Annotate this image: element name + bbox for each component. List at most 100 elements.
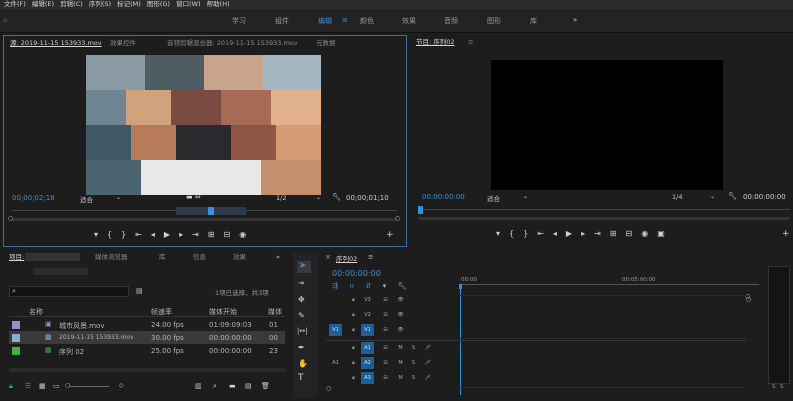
insert-icon[interactable]: ⊞ [208, 230, 224, 239]
pen-tool-icon[interactable]: ✒ [298, 343, 305, 352]
play-icon[interactable]: ▶ [164, 230, 179, 239]
ripple-edit-tool-icon[interactable]: ✥ [298, 295, 305, 304]
table-row[interactable]: ▦ 2019-11-15 153933.mov 30.00 fps 00:00:… [9, 331, 285, 344]
solo-button[interactable]: S [407, 342, 420, 354]
add-button-icon[interactable]: + [386, 230, 394, 240]
table-row[interactable]: ▣ 城市风景.mov 24.00 fps 01:09:09:03 01 [9, 318, 285, 331]
chevron-down-icon[interactable]: ⌄ [316, 194, 321, 201]
mark-in-icon[interactable]: { [107, 230, 121, 239]
camera-icon[interactable]: ◉ [641, 229, 657, 238]
more-workspaces-button[interactable]: » [573, 16, 577, 24]
step-forward-icon[interactable]: ▸ [581, 229, 594, 238]
extract-icon[interactable]: ⊟ [626, 229, 642, 238]
solo-left-button[interactable]: S [772, 384, 776, 390]
timeline-timecode[interactable]: 00:00:00:00 [332, 269, 381, 278]
menu-help[interactable]: 帮助(H) [207, 0, 230, 9]
eye-icon[interactable]: 👁︎ [394, 294, 407, 306]
chevron-icon[interactable]: ◇ [119, 382, 124, 389]
chevron-down-icon[interactable]: ⌄ [116, 194, 121, 201]
program-scrollbar[interactable] [418, 217, 790, 220]
track-v2-label[interactable]: V2 [361, 309, 374, 321]
menu-window[interactable]: 窗口(W) [176, 0, 201, 9]
eye-icon[interactable]: 👁︎ [394, 324, 407, 336]
hand-tool-icon[interactable]: ✋ [298, 359, 308, 368]
program-menu-icon[interactable]: ≡ [468, 35, 473, 49]
new-search-bin-icon[interactable]: ▤ [136, 287, 143, 295]
track-a2-label[interactable]: A2 [361, 357, 374, 369]
zoom-handle-icon[interactable]: ○ [65, 382, 70, 389]
microphone-icon[interactable]: 🎤︎ [421, 372, 434, 384]
chevron-down-icon[interactable]: ⌄ [523, 193, 528, 200]
lock-icon[interactable]: 🔒︎ [9, 382, 13, 391]
label-color-swatch[interactable] [12, 334, 20, 342]
column-media-extra[interactable]: 媒体 [268, 307, 282, 317]
lift-icon[interactable]: ⊞ [610, 229, 626, 238]
column-fps[interactable]: 帧速率 [151, 307, 172, 317]
clear-icon[interactable]: 🗑︎ [261, 382, 270, 390]
timeline-ruler[interactable] [459, 284, 759, 285]
workspace-libraries[interactable]: 库 [530, 16, 537, 26]
camera-icon[interactable]: ◉ [239, 230, 255, 239]
program-playhead-timecode[interactable]: 00:00:00:00 [422, 193, 465, 201]
menu-sequence[interactable]: 序列(S) [89, 0, 111, 9]
go-to-out-icon[interactable]: ⇥ [192, 230, 208, 239]
lock-icon[interactable]: 🔒︎ [347, 294, 360, 306]
microphone-icon[interactable]: 🎤︎ [421, 342, 434, 354]
sync-lock-icon[interactable]: ⊟ [379, 294, 392, 306]
program-fit-select[interactable]: 适合 [487, 193, 500, 203]
tab-sequence[interactable]: 序列02 [336, 253, 357, 263]
track-v1-label[interactable]: V1 [361, 324, 374, 336]
tab-effects[interactable]: 效果 [233, 250, 246, 264]
menu-clip[interactable]: 剪辑(C) [60, 0, 83, 9]
lock-icon[interactable]: 🔒︎ [347, 357, 360, 369]
add-button-icon[interactable]: + [782, 229, 790, 239]
source-playhead-timecode[interactable]: 00;00;02;18 [12, 194, 55, 202]
workspace-audio[interactable]: 音频 [444, 16, 458, 26]
table-row[interactable]: ▦ 序列 02 25.00 fps 00:00:00:00 23 [9, 344, 285, 357]
program-time-ruler[interactable] [418, 209, 790, 210]
column-name[interactable]: 名称 [29, 307, 43, 317]
type-tool-icon[interactable]: T [298, 373, 304, 383]
list-view-icon[interactable]: ☰ [25, 382, 31, 390]
selection-tool-icon[interactable]: ➤ [299, 261, 307, 271]
linked-selection-icon[interactable]: ⇵ [365, 282, 371, 290]
lock-icon[interactable]: 🔒︎ [347, 324, 360, 336]
nest-icon[interactable]: ⇶ [332, 282, 338, 290]
mark-out-icon[interactable]: } [121, 230, 135, 239]
slip-tool-icon[interactable]: |↔| [297, 327, 308, 335]
add-marker-icon[interactable]: ▾ [496, 229, 509, 238]
lock-icon[interactable]: 🔒︎ [347, 372, 360, 384]
overwrite-icon[interactable]: ⊟ [224, 230, 240, 239]
add-marker-icon[interactable]: ▾ [94, 230, 107, 239]
chevron-down-icon[interactable]: ⌄ [710, 193, 715, 200]
menu-edit[interactable]: 编辑(E) [32, 0, 54, 9]
step-back-icon[interactable]: ◂ [553, 229, 566, 238]
clip-handle-icon[interactable]: ▬ ⇔ [186, 193, 201, 201]
track-select-tool-icon[interactable]: ⇥ [298, 279, 304, 287]
tab-effect-controls[interactable]: 效果控件 [110, 36, 136, 50]
new-bin-icon[interactable]: ▬ [229, 382, 236, 390]
lock-icon[interactable]: 🔒︎ [347, 309, 360, 321]
solo-button[interactable]: S [407, 357, 420, 369]
mark-out-icon[interactable]: } [523, 229, 537, 238]
solo-button[interactable]: S [407, 372, 420, 384]
workspace-effects[interactable]: 效果 [402, 16, 416, 26]
workspace-learn[interactable]: 学习 [232, 16, 246, 26]
zoom-slider[interactable] [69, 386, 109, 387]
icon-view-icon[interactable]: ▦ [39, 382, 46, 390]
source-fit-select[interactable]: 适合 [80, 194, 93, 204]
play-icon[interactable]: ▶ [566, 229, 581, 238]
find-icon[interactable]: ⌕ [213, 382, 217, 391]
go-to-in-icon[interactable]: ⇤ [135, 230, 151, 239]
video-track-area[interactable] [460, 295, 746, 339]
workspace-assembly[interactable]: 组件 [275, 16, 289, 26]
tab-media-browser[interactable]: 媒体浏览器 [95, 250, 128, 264]
project-search-input[interactable]: ⌕ [9, 286, 129, 297]
source-scrollbar[interactable] [12, 218, 397, 221]
solo-right-button[interactable]: S [780, 384, 784, 390]
program-playhead[interactable] [418, 206, 423, 214]
scroll-handle-left-icon[interactable]: ○ [8, 215, 13, 222]
comparison-view-icon[interactable]: ▣ [657, 229, 674, 238]
source-patch-v1[interactable]: V1 [329, 324, 342, 336]
snap-icon[interactable]: ∩ [349, 282, 354, 290]
